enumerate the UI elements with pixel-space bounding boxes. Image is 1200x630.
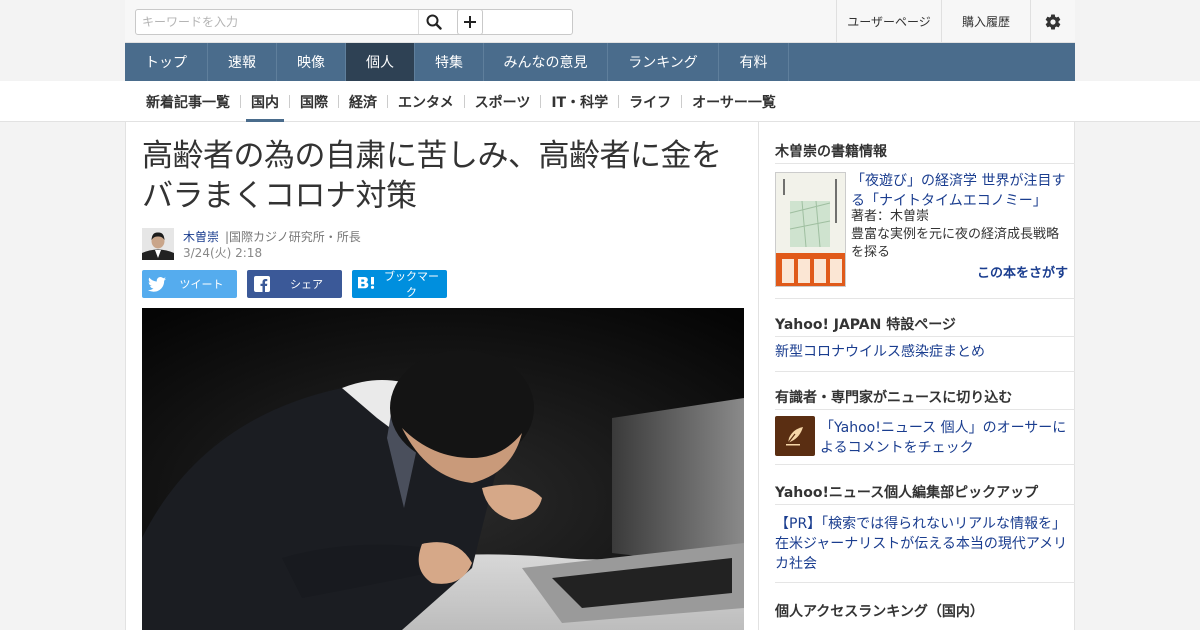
pickup-heading: Yahoo!ニュース個人編集部ピックアップ xyxy=(775,485,1039,501)
search-input[interactable] xyxy=(136,10,418,34)
settings-button[interactable] xyxy=(1030,0,1075,43)
book-description: 豊富な実例を元に夜の経済成長戦略を探る xyxy=(851,227,1060,260)
search-box xyxy=(135,9,573,35)
book-cover-image[interactable] xyxy=(775,172,846,287)
author-photo-image xyxy=(142,228,174,260)
author-avatar[interactable] xyxy=(142,228,174,260)
experts-heading: 有識者・専門家がニュースに切り込む xyxy=(775,390,1013,406)
headline-line-2: バラまくコロナ対策 xyxy=(142,178,417,214)
subnav-entertainment[interactable]: エンタメ xyxy=(388,81,464,122)
purchase-history-link[interactable]: 購入履歴 xyxy=(941,0,1030,43)
find-book-link[interactable]: この本をさがす xyxy=(977,262,1068,281)
hatena-bookmark-button[interactable]: ブックマーク xyxy=(352,270,447,299)
gear-icon xyxy=(1045,14,1061,30)
facebook-share-label: シェア xyxy=(290,278,323,291)
hatena-bookmark-icon xyxy=(352,276,382,292)
tab-ranking[interactable]: ランキング xyxy=(608,43,719,81)
tweet-label: ツイート xyxy=(179,278,224,291)
plus-icon xyxy=(464,16,476,28)
search-button[interactable] xyxy=(418,10,448,34)
top-bar: ユーザーページ 購入履歴 xyxy=(125,0,1075,43)
divider xyxy=(775,504,1075,505)
user-page-link[interactable]: ユーザーページ xyxy=(836,0,941,43)
author-name-link[interactable]: 木曽崇 xyxy=(183,228,219,245)
covid-summary-link[interactable]: 新型コロナウイルス感染症まとめ xyxy=(775,342,1070,362)
subnav-economy[interactable]: 経済 xyxy=(339,81,387,122)
special-page-heading: Yahoo! JAPAN 特設ページ xyxy=(775,317,956,333)
comment-feature-thumbnail[interactable] xyxy=(775,416,815,456)
divider xyxy=(775,409,1075,410)
tab-video[interactable]: 映像 xyxy=(277,43,346,81)
ranking-heading: 個人アクセスランキング（国内） xyxy=(775,604,984,620)
tab-paid[interactable]: 有料 xyxy=(719,43,789,81)
author-title: |国際カジノ研究所・所長 xyxy=(225,230,361,244)
facebook-share-button[interactable]: シェア xyxy=(247,270,342,298)
sub-nav: 新着記事一覧 国内 国際 経済 エンタメ スポーツ IT・科学 ライフ オーサー… xyxy=(0,81,1200,122)
divider xyxy=(775,298,1075,299)
book-section-heading: 木曽崇の書籍情報 xyxy=(775,144,887,160)
subnav-sports[interactable]: スポーツ xyxy=(465,81,541,122)
tweet-button[interactable]: ツイート xyxy=(142,270,237,298)
quill-icon xyxy=(786,427,803,446)
subnav-authors[interactable]: オーサー一覧 xyxy=(682,81,786,122)
subnav-international[interactable]: 国際 xyxy=(290,81,338,122)
book-cover-art xyxy=(776,173,845,286)
subnav-domestic[interactable]: 国内 xyxy=(241,81,289,122)
tab-opinions[interactable]: みんなの意見 xyxy=(484,43,608,81)
headline-line-1: 高齢者の為の自粛に苦しみ、高齢者に金を xyxy=(142,138,722,174)
article-headline: 高齢者の為の自粛に苦しみ、高齢者に金を バラまくコロナ対策 xyxy=(142,136,742,216)
hero-photo-illustration xyxy=(142,308,744,630)
bookmark-label: ブックマーク xyxy=(384,270,439,299)
sidebar: 木曽崇の書籍情報 「夜遊び」の経済学 世界が注目する「ナイトタイムエコノミー」 … xyxy=(759,122,1075,630)
article-hero-image xyxy=(142,308,744,630)
pickup-pr-link[interactable]: 【PR】「検索では得られないリアルな情報を」在米ジャーナリストが伝える本当の現代… xyxy=(775,514,1070,574)
book-author: 著者：木曽崇 xyxy=(851,209,930,224)
article: 高齢者の為の自粛に苦しみ、高齢者に金を バラまくコロナ対策 木曽崇 |国際カジノ… xyxy=(125,122,759,630)
divider xyxy=(775,464,1075,465)
tab-top[interactable]: トップ xyxy=(125,43,208,81)
experts-comment-link[interactable]: 「Yahoo!ニュース 個人」のオーサーによるコメントをチェック xyxy=(820,418,1070,458)
main-nav: トップ 速報 映像 個人 特集 みんなの意見 ランキング 有料 xyxy=(125,43,1075,81)
book-title-link[interactable]: 「夜遊び」の経済学 世界が注目する「ナイトタイムエコノミー」 xyxy=(851,171,1071,211)
facebook-icon xyxy=(247,276,277,292)
subnav-it-science[interactable]: IT・科学 xyxy=(541,81,618,122)
add-button[interactable] xyxy=(457,9,483,35)
search-icon xyxy=(426,14,442,30)
divider xyxy=(775,336,1075,337)
divider xyxy=(775,371,1075,372)
tab-features[interactable]: 特集 xyxy=(415,43,484,81)
tab-individual[interactable]: 個人 xyxy=(346,43,415,81)
divider xyxy=(775,163,1075,164)
subnav-life[interactable]: ライフ xyxy=(619,81,681,122)
subnav-new-articles[interactable]: 新着記事一覧 xyxy=(136,81,240,122)
twitter-icon xyxy=(142,276,172,292)
divider xyxy=(775,582,1075,583)
top-links: ユーザーページ 購入履歴 xyxy=(836,0,1075,43)
post-date: 3/24(火) 2:18 xyxy=(183,246,263,260)
tab-breaking[interactable]: 速報 xyxy=(208,43,277,81)
